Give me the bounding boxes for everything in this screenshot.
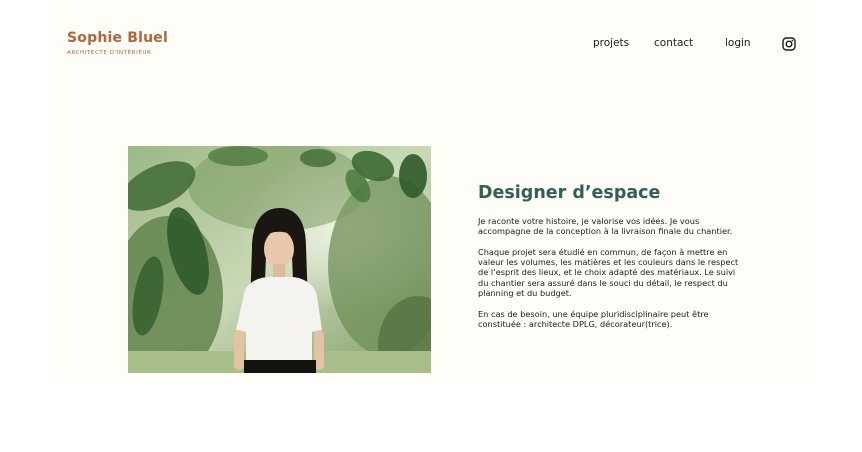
instagram-icon[interactable] xyxy=(782,36,796,51)
page-container: Sophie Bluel ARCHITECTE D'INTÉRIEUR proj… xyxy=(55,0,815,381)
brand-logo[interactable]: Sophie Bluel ARCHITECTE D'INTÉRIEUR xyxy=(67,30,168,56)
nav-link-contact[interactable]: contact xyxy=(654,37,693,49)
intro-paragraph-1: Je raconte votre histoire, je valorise v… xyxy=(478,216,733,237)
brand-subtitle: ARCHITECTE D'INTÉRIEUR xyxy=(67,50,152,56)
brand-name: Sophie Bluel xyxy=(67,30,168,46)
intro-paragraph-3: En cas de besoin, une équipe pluridiscip… xyxy=(478,308,709,329)
portrait-photo xyxy=(128,146,431,373)
intro-text: Designer d’espace Je raconte votre histo… xyxy=(478,182,740,340)
nav-link-login[interactable]: login xyxy=(725,37,751,49)
section-title: Designer d’espace xyxy=(478,183,661,203)
intro-paragraph-2: Chaque projet sera étudié en commun, de … xyxy=(478,246,739,299)
nav-link-projets[interactable]: projets xyxy=(593,37,629,49)
